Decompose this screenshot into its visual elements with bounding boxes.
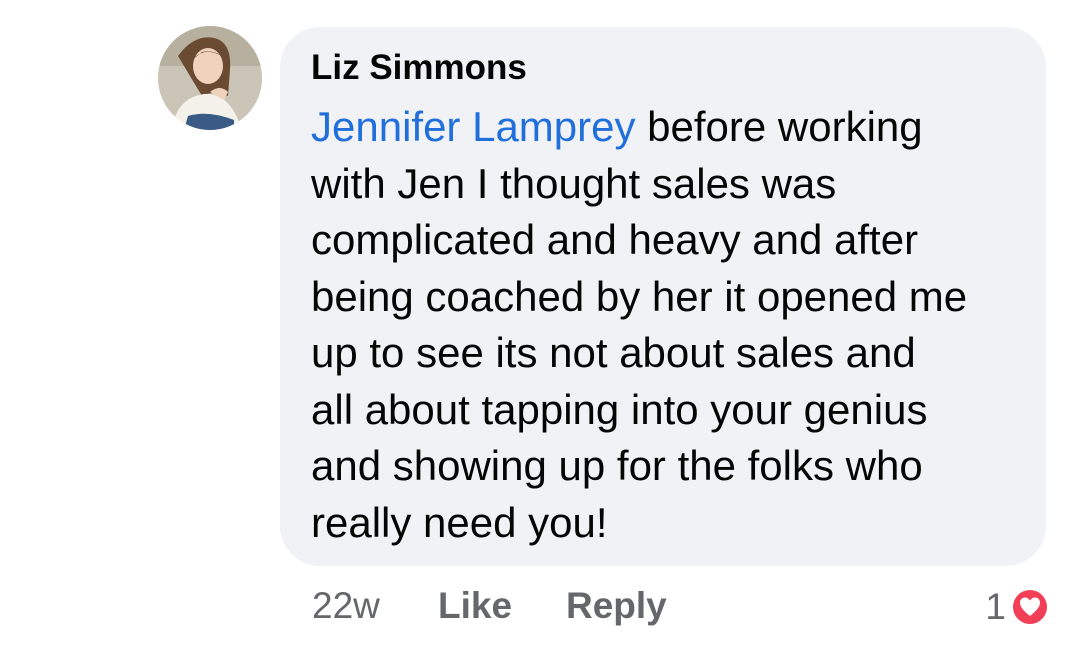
avatar-photo — [158, 26, 262, 130]
comment-bubble: Liz Simmons Jennifer Lamprey before work… — [280, 27, 1046, 566]
reactions-summary[interactable]: 1 — [985, 585, 1050, 629]
comment-text-line: really need you! — [311, 498, 608, 546]
reply-button[interactable]: Reply — [566, 582, 667, 630]
like-button[interactable]: Like — [438, 582, 512, 630]
comment-text: Jennifer Lamprey before working with Jen… — [311, 99, 1031, 551]
comment-actions: 22w Like Reply 1 — [0, 582, 1072, 630]
reaction-count: 1 — [985, 586, 1006, 627]
comment-text-line: with Jen I thought sales was — [311, 159, 837, 207]
mention-link[interactable]: Jennifer Lamprey — [311, 103, 636, 150]
comment-text-segment: before working — [635, 103, 923, 150]
comment-author[interactable]: Liz Simmons — [311, 47, 527, 89]
comment-text-line: and showing up for the folks who — [311, 442, 923, 489]
avatar[interactable] — [158, 26, 262, 130]
heart-icon — [1010, 587, 1050, 627]
comment-text-line: up to see its not about sales and — [311, 329, 916, 376]
comment-text-line: Jennifer Lamprey before working — [311, 99, 1031, 156]
comment-text-line: being coached by her it opened me — [311, 272, 968, 320]
comment-timestamp[interactable]: 22w — [312, 582, 380, 630]
comment-text-line: all about tapping into your genius — [311, 385, 928, 433]
comment-text-line: complicated and heavy and after — [311, 216, 919, 263]
